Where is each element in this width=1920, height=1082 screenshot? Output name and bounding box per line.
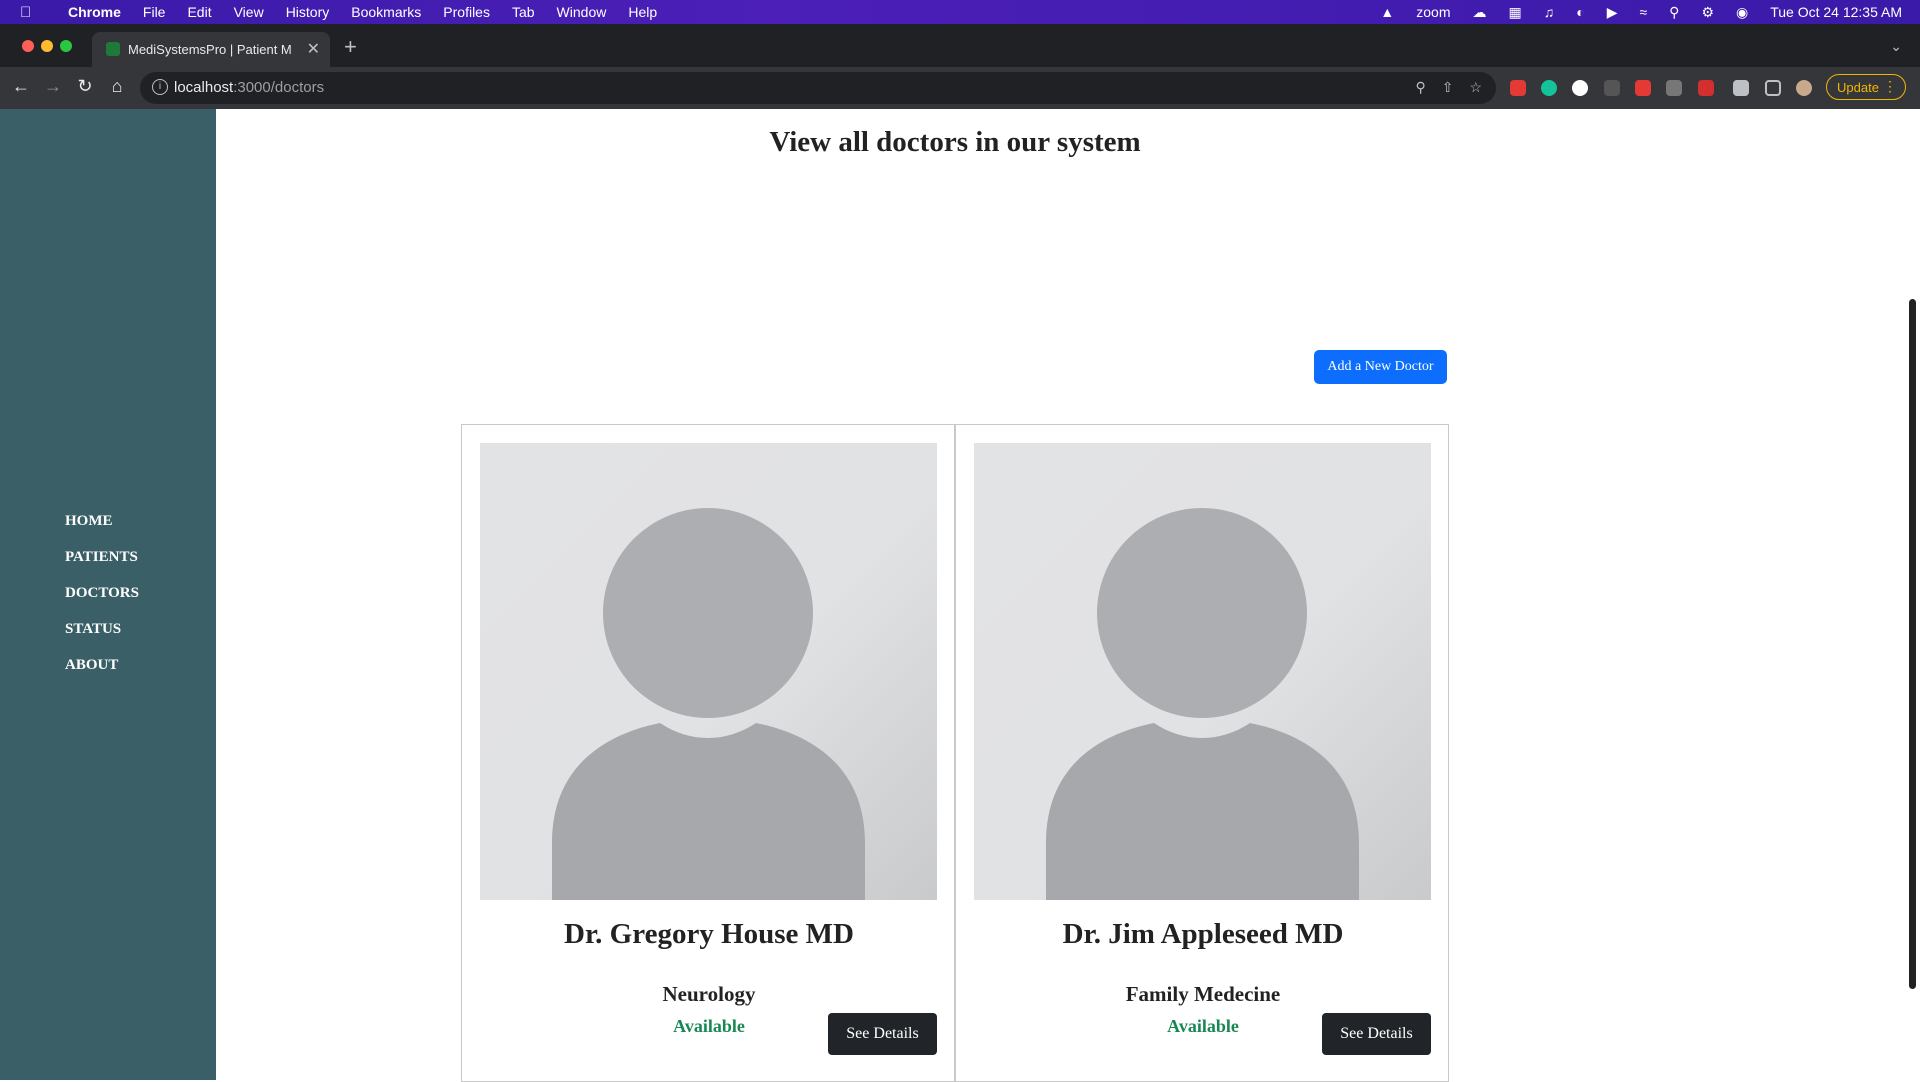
chevron-down-icon[interactable]: ⌄ [1890,38,1902,55]
extension-tp-icon[interactable] [1698,80,1714,96]
reload-icon[interactable]: ↻ [73,76,97,97]
side-panel-icon[interactable] [1765,80,1781,96]
extension-tv-icon[interactable] [1666,80,1682,96]
url-text[interactable]: localhost:3000/doctors [174,79,324,96]
clock[interactable]: Tue Oct 24 12:35 AM [1770,4,1902,20]
url-host: localhost [174,79,234,96]
volume-icon[interactable]: ♫ [1544,4,1555,20]
sidebar-nav: HOME PATIENTS DOCTORS STATUS ABOUT [65,513,139,693]
sidebar: HOME PATIENTS DOCTORS STATUS ABOUT [0,109,216,1080]
menu-edit[interactable]: Edit [187,4,211,20]
person-placeholder-icon [1046,508,1359,900]
share-icon[interactable]: ⇧ [1442,79,1454,96]
grid-icon[interactable]: ▦ [1509,4,1522,21]
menubar-status-area: ▲ zoom ☁ ▦ ♫ ◐ ▶ ≈ ⚲ ⚙ ◉ Tue Oct 24 12:3… [1380,0,1902,24]
doctor-card: Dr. Jim Appleseed MD Family Medecine Ava… [955,424,1449,1082]
grammarly-icon[interactable] [1541,80,1557,96]
sidebar-item-home[interactable]: HOME [65,513,139,549]
apple-icon[interactable]:  [20,4,40,21]
close-tab-icon[interactable]: ✕ [307,39,320,59]
menu-profiles[interactable]: Profiles [443,4,490,20]
menu-window[interactable]: Window [557,4,607,20]
doctor-avatar-placeholder [974,443,1431,900]
add-doctor-button[interactable]: Add a New Doctor [1314,350,1447,384]
doctor-specialty: Neurology [662,982,756,1006]
sidebar-item-about[interactable]: ABOUT [65,657,139,693]
zoom-out-icon[interactable]: ⚲ [1415,79,1425,96]
search-icon[interactable]: ⚲ [1669,4,1679,21]
play-icon[interactable]: ▶ [1607,4,1618,21]
vlc-icon[interactable]: ▲ [1380,4,1394,20]
page-title: View all doctors in our system [769,126,1141,158]
wifi-icon[interactable]: ≈ [1639,4,1647,20]
browser-tab[interactable]: MediSystemsPro | Patient Man ✕ [92,32,330,67]
doctor-specialty: Family Medecine [1125,982,1281,1006]
adblock-icon[interactable] [1510,80,1526,96]
sidebar-item-status[interactable]: STATUS [65,621,139,657]
youtube-icon[interactable] [1635,80,1651,96]
menu-file[interactable]: File [143,4,166,20]
zoom-status[interactable]: zoom [1416,4,1450,20]
bookmark-star-icon[interactable]: ☆ [1469,79,1482,96]
extension-dots-icon[interactable] [1572,80,1588,96]
close-window-icon[interactable] [22,40,34,52]
favicon-icon [106,42,120,56]
siri-icon[interactable]: ◉ [1736,4,1748,21]
main-content: View all doctors in our system Add a New… [216,109,1905,1082]
puzzle-icon[interactable] [1733,80,1749,96]
tab-title: MediSystemsPro | Patient Man [128,42,292,57]
browser-toolbar: ← → ↻ ⌂ i localhost:3000/doctors ⚲ ⇧ ☆ U… [0,67,1920,109]
back-icon[interactable]: ← [9,76,33,97]
home-icon[interactable]: ⌂ [105,76,129,97]
sidebar-item-doctors[interactable]: DOCTORS [65,585,139,621]
menu-view[interactable]: View [234,4,264,20]
page-scrollbar[interactable] [1905,109,1920,1080]
more-vert-icon[interactable]: ⋮ [1883,78,1897,95]
doctor-name: Dr. Jim Appleseed MD [1062,918,1344,950]
menu-app-name[interactable]: Chrome [68,4,121,20]
person-placeholder-icon [552,508,865,900]
avatar[interactable] [1796,80,1812,96]
see-details-button[interactable]: See Details [1322,1013,1431,1055]
control-center-icon[interactable]: ⚙ [1701,4,1714,21]
extension-person-icon[interactable] [1604,80,1620,96]
doctor-avatar-placeholder [480,443,937,900]
circle-icon[interactable]: ◐ [1576,4,1584,20]
update-label: Update [1837,80,1879,95]
update-button[interactable]: Update ⋮ [1826,74,1906,100]
url-path: :3000/doctors [233,79,325,96]
scrollbar-thumb[interactable] [1909,299,1916,989]
sidebar-item-patients[interactable]: PATIENTS [65,549,139,585]
os-menubar:  Chrome File Edit View History Bookmark… [0,0,1920,24]
new-tab-icon[interactable]: + [344,34,357,60]
maximize-window-icon[interactable] [60,40,72,52]
doctor-card: Dr. Gregory House MD Neurology Available… [461,424,955,1082]
see-details-button[interactable]: See Details [828,1013,937,1055]
minimize-window-icon[interactable] [41,40,53,52]
menu-tab[interactable]: Tab [512,4,535,20]
address-bar[interactable]: i localhost:3000/doctors ⚲ ⇧ ☆ [140,72,1496,104]
menu-help[interactable]: Help [628,4,657,20]
site-info-icon[interactable]: i [152,79,168,95]
menu-bookmarks[interactable]: Bookmarks [351,4,421,20]
menu-history[interactable]: History [286,4,330,20]
doctor-name: Dr. Gregory House MD [564,918,854,950]
forward-icon[interactable]: → [41,76,65,97]
cloud-icon[interactable]: ☁ [1473,4,1487,21]
